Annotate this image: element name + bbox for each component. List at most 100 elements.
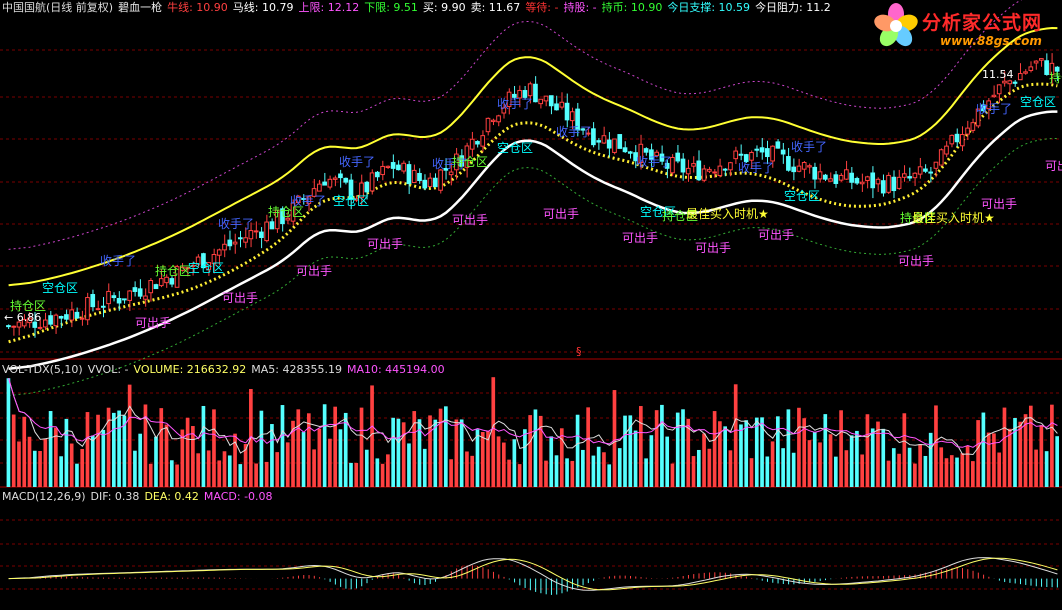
signal-label-26: 可出手 <box>695 241 731 255</box>
volume-bar <box>280 405 285 487</box>
volume-bar <box>101 429 106 487</box>
signal-label-38: 可出手 <box>1045 159 1062 173</box>
candle-body <box>95 308 101 311</box>
indicator-name[interactable]: 碧血一枪 <box>118 1 162 14</box>
volume-bar <box>881 428 886 487</box>
volume-bar <box>823 414 828 487</box>
volume-bar <box>1007 428 1012 487</box>
volume-bar <box>860 454 865 487</box>
macd-header-value-1: DEA: 0.42 <box>144 490 199 503</box>
main-header-value-10: 今日阻力: 11.2 <box>755 1 831 14</box>
signal-label-20: 收手了 <box>556 125 592 139</box>
candle-body <box>701 168 707 181</box>
volume-bar <box>370 385 374 487</box>
volume-bar <box>69 443 74 487</box>
volume-bar <box>791 452 796 487</box>
volume-bar <box>338 429 343 487</box>
volume-bar <box>422 448 427 487</box>
volume-bar <box>175 464 179 487</box>
volume-bar <box>217 460 222 487</box>
candle-body <box>469 138 475 150</box>
volume-bar <box>607 464 612 487</box>
candle-body <box>64 314 69 320</box>
volume-bar <box>665 436 670 487</box>
candle-body <box>496 115 501 123</box>
volume-bar <box>807 440 812 487</box>
candle-body <box>564 102 570 121</box>
candle-body <box>85 297 90 321</box>
candle-body <box>996 84 1002 95</box>
stock-title[interactable]: 中国国航(日线 前复权) <box>2 1 113 14</box>
volume-bar <box>723 426 727 487</box>
macd-indicator-name[interactable]: MACD(12,26,9) <box>2 490 86 503</box>
candle-body <box>554 103 559 111</box>
candle-body <box>917 166 923 175</box>
candle-body <box>37 326 43 329</box>
candle-body <box>548 95 554 107</box>
volume-header-value-2: MA5: 428355.19 <box>251 363 342 376</box>
candle-body <box>959 134 965 147</box>
candle-body <box>269 221 275 230</box>
candle-body <box>912 172 918 179</box>
volume-bar <box>992 433 996 487</box>
volume-bar <box>475 429 480 487</box>
volume-bar <box>317 428 322 487</box>
candle-body <box>158 278 164 287</box>
candle-body <box>859 181 865 185</box>
signal-label-9: 收手了 <box>290 194 326 208</box>
volume-header-value-3: MA10: 445194.00 <box>346 363 445 376</box>
candle-body <box>448 171 454 176</box>
volume-bar <box>549 436 554 487</box>
candle-body <box>369 172 375 192</box>
signal-label-0: 持仓区 <box>10 298 46 313</box>
volume-bar <box>11 414 16 487</box>
volume-bar <box>728 450 733 487</box>
volume-bar <box>997 452 1002 487</box>
volume-bar <box>138 433 143 487</box>
volume-bar <box>928 432 933 487</box>
candle-body <box>807 165 812 168</box>
candle-body <box>132 287 138 292</box>
volume-bar <box>454 419 459 487</box>
volume-bar <box>507 459 511 487</box>
volume-bar <box>59 456 63 487</box>
candle-body <box>411 169 417 184</box>
candle-body <box>880 180 886 194</box>
candle-body <box>722 168 728 171</box>
candle-body <box>1023 71 1028 74</box>
volume-bar <box>222 451 227 487</box>
volume-header-value-1: VOLUME: 216632.92 <box>133 363 247 376</box>
volume-bar <box>359 407 364 487</box>
volume-bar <box>322 404 327 487</box>
candle-body <box>253 230 259 233</box>
volume-bar <box>649 435 654 487</box>
volume-bar <box>296 409 301 487</box>
signal-label-34: 收手了 <box>976 102 1012 116</box>
volume-indicator-name[interactable]: VOL-TDX(5,10) <box>2 363 83 376</box>
candle-body <box>385 165 391 168</box>
volume-bar <box>501 442 506 487</box>
main-header-value-4: 买: 9.90 <box>422 1 466 14</box>
volume-bar <box>227 455 232 487</box>
candle-body <box>1033 60 1039 64</box>
volume-bar <box>765 456 770 487</box>
volume-bar <box>575 414 580 487</box>
volume-bar <box>154 436 158 487</box>
volume-bar <box>301 432 306 487</box>
volume-bar <box>934 405 938 487</box>
volume-bar <box>533 409 538 487</box>
candle-body <box>343 177 349 183</box>
pane-separator-marker: § <box>576 345 582 358</box>
candle-body <box>364 181 370 193</box>
candle-body <box>822 174 828 180</box>
volume-bar <box>354 462 359 487</box>
candle-body <box>58 315 64 319</box>
volume-bar <box>876 421 880 487</box>
volume-bar <box>1044 451 1049 487</box>
volume-bar <box>739 424 743 487</box>
macd-dif-line <box>8 557 1058 591</box>
candle-body <box>680 158 686 173</box>
candle-body <box>896 176 902 189</box>
candle-body <box>833 174 839 184</box>
candle-body <box>775 141 781 149</box>
